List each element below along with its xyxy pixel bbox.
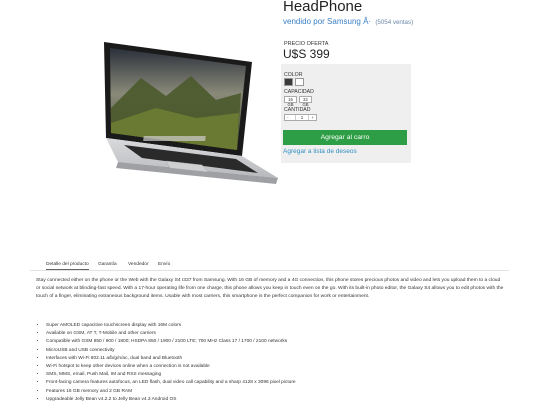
tab-product-detail[interactable]: Detalle del producto bbox=[46, 262, 89, 270]
quantity-input[interactable]: 1 bbox=[295, 115, 309, 120]
product-image bbox=[96, 38, 282, 218]
quantity-label: CANTIDAD bbox=[284, 107, 311, 113]
tab-warranty[interactable]: Garantía bbox=[98, 262, 117, 267]
spec-item: SMS, MMS, email, Push Mail, IM and RSS m… bbox=[46, 371, 506, 379]
add-to-cart-button[interactable]: Agregar al carro bbox=[283, 130, 407, 145]
color-swatch-white[interactable] bbox=[295, 78, 304, 86]
spec-item: Front-facing camera features autofocus, … bbox=[46, 379, 506, 387]
quantity-decrement-button[interactable]: - bbox=[287, 115, 289, 120]
tab-shipping[interactable]: Envío bbox=[158, 262, 170, 267]
capacity-label: CAPACIDAD bbox=[284, 89, 314, 95]
purchase-options-panel: COLOR CAPACIDAD 16 GB 32 GB CANTIDAD - 1… bbox=[281, 64, 411, 163]
vendor-prefix: vendido por bbox=[283, 17, 325, 26]
spec-item: Features 16 GB memory and 2 GB RAM bbox=[46, 388, 506, 396]
spec-item: Compatible with GSM 850 / 900 / 1800; HS… bbox=[46, 338, 506, 346]
capacity-option-32gb[interactable]: 32 GB bbox=[299, 96, 312, 107]
spec-item: Available on GSM, AT T, T-Mobile and oth… bbox=[46, 330, 506, 338]
add-to-wishlist-link[interactable]: Agregar a lista de deseos bbox=[283, 148, 357, 155]
vendor-line: vendido por Samsung Â· (5054 ventas) bbox=[283, 17, 413, 26]
spec-item: Super AMOLED capacitive touchscreen disp… bbox=[46, 322, 506, 330]
spec-item: MicroUSB and USB connectivity bbox=[46, 347, 506, 355]
quantity-increment-button[interactable]: + bbox=[311, 115, 314, 120]
product-description: Stay connected either on the phone or th… bbox=[36, 278, 504, 300]
spec-item: Interfaces with Wi-Fi 802.11 a/b/g/n/ac,… bbox=[46, 355, 506, 363]
spec-item: Upgradeable Jelly Bean v4.2.2 to Jelly B… bbox=[46, 396, 506, 404]
price-value: U$S 399 bbox=[283, 47, 330, 61]
product-title: HeadPhone bbox=[283, 0, 363, 15]
quantity-stepper: - 1 + bbox=[284, 114, 317, 121]
capacity-option-16gb[interactable]: 16 GB bbox=[284, 96, 297, 107]
spec-list: Super AMOLED capacitive touchscreen disp… bbox=[36, 322, 506, 404]
sales-count: (5054 ventas) bbox=[375, 19, 414, 26]
color-swatch-dark[interactable] bbox=[284, 78, 293, 86]
tab-seller[interactable]: Vendedor bbox=[128, 262, 149, 267]
spec-item: Wi-Fi hotspot to keep other devices onli… bbox=[46, 363, 506, 371]
tabs-divider bbox=[30, 270, 509, 271]
vendor-link[interactable]: Samsung Â· bbox=[327, 17, 371, 26]
